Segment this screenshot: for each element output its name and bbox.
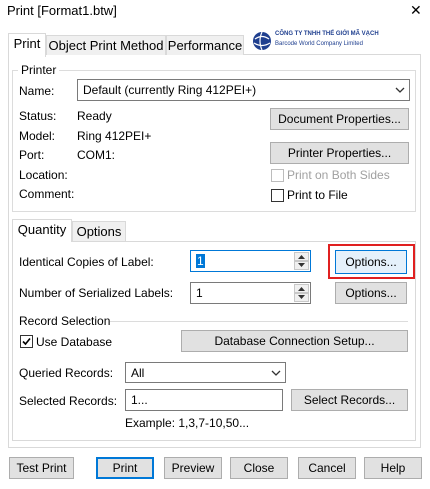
- printer-name-select[interactable]: Default (currently Ring 412PEI+): [77, 79, 410, 101]
- port-label: Port:: [19, 148, 45, 162]
- logo-line1: CÔNG TY TNHH THẾ GIỚI MÃ VẠCH: [275, 31, 379, 37]
- model-label: Model:: [19, 129, 56, 143]
- serialized-labels-spinner[interactable]: [294, 284, 309, 302]
- company-logo: CÔNG TY TNHH THẾ GIỚI MÃ VẠCH Barcode Wo…: [252, 30, 379, 52]
- printer-properties-label: Printer Properties...: [287, 146, 392, 160]
- comment-label: Comment:: [19, 187, 75, 201]
- serialized-options-button[interactable]: Options...: [335, 282, 407, 304]
- model-value: Ring 412PEI+: [77, 129, 152, 143]
- test-print-label: Test Print: [16, 461, 67, 475]
- identical-copies-input[interactable]: 1: [190, 250, 311, 272]
- print-both-sides-checkbox[interactable]: [271, 169, 284, 182]
- document-properties-label: Document Properties...: [278, 112, 401, 126]
- tab-quantity-label: Quantity: [17, 222, 67, 237]
- print-label: Print: [112, 461, 138, 475]
- preview-button[interactable]: Preview: [164, 457, 222, 479]
- cancel-label: Cancel: [308, 461, 346, 475]
- status-value: Ready: [77, 109, 112, 123]
- checkmark-icon: [22, 337, 31, 346]
- selected-records-input[interactable]: 1...: [125, 389, 283, 411]
- print-button[interactable]: Print: [96, 457, 154, 479]
- title-bar: Print [Format1.btw] ✕: [0, 0, 430, 22]
- identical-copies-spinner[interactable]: [294, 252, 309, 270]
- spin-up-icon[interactable]: [294, 252, 309, 261]
- queried-records-value: All: [131, 366, 145, 380]
- cancel-button[interactable]: Cancel: [298, 457, 356, 479]
- tab-performance-label: Performance: [167, 38, 243, 53]
- print-both-sides-label: Print on Both Sides: [287, 168, 390, 182]
- preview-label: Preview: [171, 461, 215, 475]
- close-icon[interactable]: ✕: [410, 3, 422, 17]
- use-database-checkbox[interactable]: [20, 335, 33, 348]
- test-print-button[interactable]: Test Print: [9, 457, 74, 479]
- queried-records-select[interactable]: All: [125, 362, 286, 383]
- identical-copies-label: Identical Copies of Label:: [19, 255, 154, 269]
- serialized-options-label: Options...: [345, 286, 397, 300]
- print-to-file-label: Print to File: [287, 188, 348, 202]
- print-to-file-checkbox[interactable]: [271, 189, 284, 202]
- tab-print-label: Print: [13, 36, 41, 51]
- spin-down-icon[interactable]: [294, 261, 309, 270]
- printer-properties-button[interactable]: Printer Properties...: [270, 142, 409, 164]
- tab-object-print-method-label: Object Print Method: [48, 38, 164, 53]
- tab-object-print-method[interactable]: Object Print Method: [46, 35, 166, 55]
- port-value: COM1:: [77, 148, 116, 162]
- spin-down-icon[interactable]: [294, 293, 309, 302]
- tab-options[interactable]: Options: [72, 221, 126, 241]
- printer-name-value: Default (currently Ring 412PEI+): [83, 83, 257, 97]
- tab-options-label: Options: [76, 224, 122, 239]
- selected-records-label: Selected Records:: [19, 394, 118, 408]
- logo-line2: Barcode World Company Limited: [275, 41, 363, 47]
- globe-icon: [253, 31, 271, 51]
- document-properties-button[interactable]: Document Properties...: [270, 108, 409, 130]
- close-button[interactable]: Close: [230, 457, 288, 479]
- chevron-down-icon: [271, 370, 281, 376]
- serialized-labels-label: Number of Serialized Labels:: [19, 286, 174, 300]
- tab-print[interactable]: Print: [8, 33, 46, 57]
- status-label: Status:: [19, 109, 57, 123]
- close-label: Close: [243, 461, 275, 475]
- location-label: Location:: [19, 168, 68, 182]
- identical-copies-value: 1: [196, 254, 205, 268]
- identical-options-button[interactable]: Options...: [335, 250, 407, 274]
- tab-performance[interactable]: Performance: [166, 35, 244, 55]
- use-database-label: Use Database: [36, 335, 113, 349]
- spin-up-icon[interactable]: [294, 284, 309, 293]
- selected-records-value: 1...: [131, 393, 148, 407]
- identical-options-label: Options...: [345, 255, 397, 269]
- select-records-button[interactable]: Select Records...: [291, 389, 408, 411]
- printer-name-label: Name:: [19, 84, 55, 98]
- database-connection-setup-label: Database Connection Setup...: [214, 334, 375, 348]
- example-text: Example: 1,3,7-10,50...: [125, 416, 250, 430]
- window-title: Print [Format1.btw]: [7, 3, 117, 18]
- help-button[interactable]: Help: [364, 457, 422, 479]
- serialized-labels-value: 1: [196, 286, 203, 300]
- queried-records-label: Queried Records:: [19, 366, 114, 380]
- record-selection-divider: [110, 321, 408, 322]
- chevron-down-icon: [395, 87, 405, 93]
- tab-quantity[interactable]: Quantity: [12, 219, 72, 242]
- select-records-label: Select Records...: [303, 393, 396, 407]
- database-connection-setup-button[interactable]: Database Connection Setup...: [181, 330, 408, 352]
- serialized-labels-input[interactable]: 1: [190, 282, 311, 304]
- record-selection-title: Record Selection: [19, 314, 111, 328]
- printer-group-title: Printer: [18, 63, 60, 77]
- help-label: Help: [380, 461, 406, 475]
